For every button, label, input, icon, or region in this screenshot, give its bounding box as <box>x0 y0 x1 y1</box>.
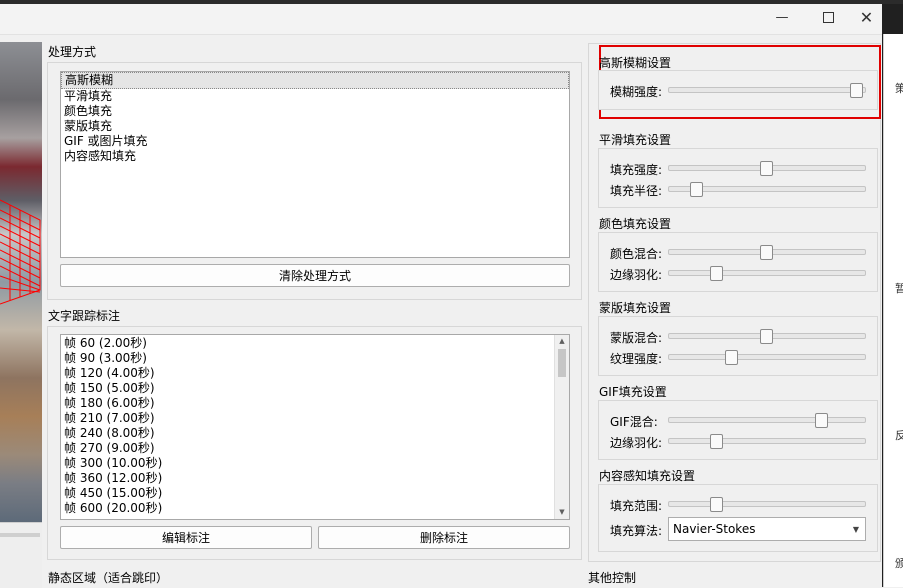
maximize-icon <box>822 11 834 23</box>
minimize-button[interactable]: — <box>759 0 805 34</box>
gaussian-title: 高斯模糊设置 <box>599 56 672 70</box>
other-controls-title: 其他控制 <box>588 571 637 585</box>
tracking-item[interactable]: 帧 60 (2.00秒) <box>61 336 569 351</box>
content-title: 内容感知填充设置 <box>599 469 696 483</box>
slider-handle[interactable] <box>725 350 739 365</box>
minimize-icon: — <box>775 9 789 25</box>
close-icon: ✕ <box>859 7 874 27</box>
background-window-panel <box>883 34 903 587</box>
mask-title: 蒙版填充设置 <box>599 301 672 315</box>
slider-handle[interactable] <box>710 266 724 281</box>
tracking-item[interactable]: 帧 600 (20.00秒) <box>61 501 569 516</box>
edge-text: 策 <box>895 82 903 95</box>
gif-group <box>598 400 878 460</box>
slider-label: 模糊强度: <box>610 85 663 99</box>
processing-item[interactable]: 颜色填充 <box>61 104 569 119</box>
slider-handle[interactable] <box>710 497 724 512</box>
fill-range-slider[interactable] <box>668 501 866 507</box>
tracking-item[interactable]: 帧 450 (15.00秒) <box>61 486 569 501</box>
slider-label: 蒙版混合: <box>610 331 663 345</box>
processing-item[interactable]: 平滑填充 <box>61 89 569 104</box>
mask-group <box>598 316 878 376</box>
scroll-down-icon[interactable]: ▼ <box>555 506 569 518</box>
delete-annotation-button[interactable]: 删除标注 <box>318 526 570 549</box>
blur-strength-slider[interactable] <box>668 87 866 93</box>
tracking-item[interactable]: 帧 120 (4.00秒) <box>61 366 569 381</box>
slider-label: 颜色混合: <box>610 247 663 261</box>
slider-handle[interactable] <box>760 161 773 176</box>
color-title: 颜色填充设置 <box>599 217 672 231</box>
tracking-box-overlay <box>0 199 41 305</box>
maximize-button[interactable] <box>805 0 851 34</box>
static-area-title: 静态区域（适合跳印） <box>48 571 169 585</box>
tracking-item[interactable]: 帧 360 (12.00秒) <box>61 471 569 486</box>
preview-scrollbar[interactable] <box>0 533 40 537</box>
slider-handle[interactable] <box>850 83 864 98</box>
clear-processing-button[interactable]: 清除处理方式 <box>60 264 570 287</box>
color-group <box>598 232 878 292</box>
edge-text: 颁 <box>895 557 903 570</box>
tracking-item[interactable]: 帧 240 (8.00秒) <box>61 426 569 441</box>
slider-handle[interactable] <box>815 413 829 428</box>
slider-label: GIF混合: <box>610 415 658 429</box>
gif-edge-feather-slider[interactable] <box>668 438 866 444</box>
scrollbar-thumb[interactable] <box>558 349 566 377</box>
tracking-item[interactable]: 帧 180 (6.00秒) <box>61 396 569 411</box>
edge-text: 暂 <box>895 282 903 295</box>
slider-label: 填充范围: <box>610 499 663 513</box>
close-button[interactable]: ✕ <box>851 0 882 34</box>
slider-label: 边缘羽化: <box>610 268 663 282</box>
processing-item[interactable]: GIF 或图片填充 <box>61 134 569 149</box>
processing-title: 处理方式 <box>48 45 97 59</box>
edge-feather-slider[interactable] <box>668 270 866 276</box>
tracking-list[interactable]: 帧 60 (2.00秒) 帧 90 (3.00秒) 帧 120 (4.00秒) … <box>60 334 570 520</box>
slider-handle[interactable] <box>760 329 773 344</box>
texture-strength-slider[interactable] <box>668 354 866 360</box>
slider-label: 填充强度: <box>610 163 663 177</box>
processing-item[interactable]: 高斯模糊 <box>61 72 569 89</box>
tracking-title: 文字跟踪标注 <box>48 309 121 323</box>
tracking-item[interactable]: 帧 270 (9.00秒) <box>61 441 569 456</box>
edge-text: 反 <box>895 429 903 442</box>
slider-handle[interactable] <box>760 245 773 260</box>
select-value: Navier-Stokes <box>673 522 756 536</box>
tracking-item[interactable]: 帧 300 (10.00秒) <box>61 456 569 471</box>
slider-label: 边缘羽化: <box>610 436 663 450</box>
processing-item[interactable]: 内容感知填充 <box>61 149 569 164</box>
algo-label: 填充算法: <box>610 524 663 538</box>
chevron-down-icon: ▼ <box>852 524 860 534</box>
tracking-item[interactable]: 帧 150 (5.00秒) <box>61 381 569 396</box>
smooth-group <box>598 148 878 208</box>
gif-mix-slider[interactable] <box>668 417 866 423</box>
video-preview[interactable] <box>0 42 42 522</box>
slider-handle[interactable] <box>710 434 724 449</box>
preview-footer <box>0 522 42 588</box>
processing-item[interactable]: 蒙版填充 <box>61 119 569 134</box>
tracking-item[interactable]: 帧 90 (3.00秒) <box>61 351 569 366</box>
slider-label: 填充半径: <box>610 184 663 198</box>
title-bar: — ✕ <box>0 0 903 35</box>
tracking-scrollbar[interactable]: ▲ ▼ <box>554 335 569 519</box>
fill-algorithm-select[interactable]: Navier-Stokes ▼ <box>668 517 866 541</box>
processing-list[interactable]: 高斯模糊 平滑填充 颜色填充 蒙版填充 GIF 或图片填充 内容感知填充 <box>60 71 570 258</box>
edit-annotation-button[interactable]: 编辑标注 <box>60 526 312 549</box>
scroll-up-icon[interactable]: ▲ <box>555 335 569 347</box>
smooth-title: 平滑填充设置 <box>599 133 672 147</box>
slider-label: 纹理强度: <box>610 352 663 366</box>
tracking-item[interactable]: 帧 210 (7.00秒) <box>61 411 569 426</box>
gif-title: GIF填充设置 <box>599 385 667 399</box>
slider-handle[interactable] <box>690 182 704 197</box>
